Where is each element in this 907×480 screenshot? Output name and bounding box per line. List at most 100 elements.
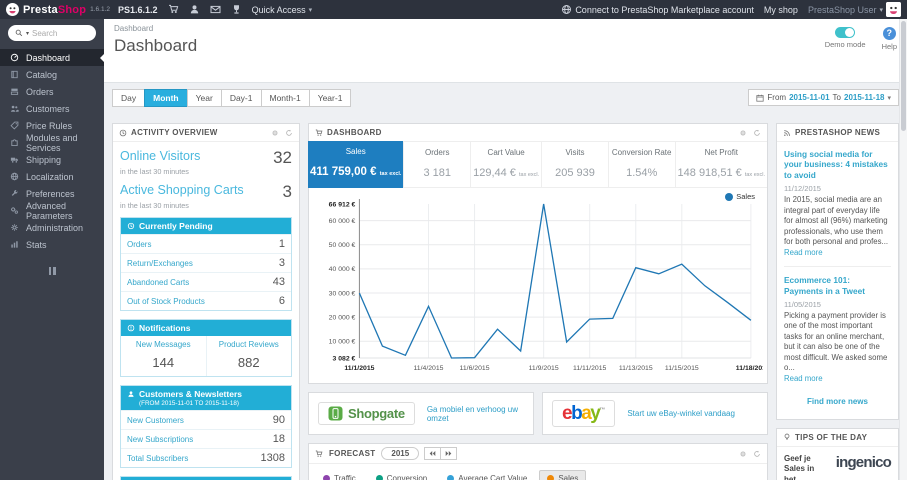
news-article: Using social media for your business: 4 …: [784, 149, 891, 258]
range-day-button[interactable]: Day: [112, 89, 146, 107]
rewind-icon: [429, 451, 436, 456]
achievements-shortcut-icon[interactable]: [231, 4, 242, 15]
find-more-news-link[interactable]: Find more news: [784, 397, 891, 406]
svg-text:11/6/2015: 11/6/2015: [460, 365, 490, 372]
toggle-on-icon[interactable]: [835, 27, 856, 38]
scrollbar-thumb[interactable]: [901, 21, 906, 131]
range-year-1-button[interactable]: Year-1: [308, 89, 352, 107]
ebay-ad-link[interactable]: Start uw eBay-winkel vandaag: [627, 409, 735, 418]
quick-access-menu[interactable]: Quick Access ▾: [252, 5, 313, 15]
shopgate-ad-link[interactable]: Ga mobiel en verhoog uw omzet: [427, 405, 524, 423]
sidebar-item-customers[interactable]: Customers: [0, 100, 104, 117]
read-more-link[interactable]: Read more: [784, 248, 823, 257]
refresh-icon[interactable]: [753, 129, 761, 137]
new-messages-stat[interactable]: New Messages 144: [121, 336, 206, 376]
clock-icon: [127, 222, 135, 230]
alert-icon: [127, 324, 135, 332]
refresh-icon[interactable]: [753, 450, 761, 458]
sidebar-item-shipping[interactable]: Shipping: [0, 151, 104, 168]
article-title[interactable]: Using social media for your business: 4 …: [784, 149, 891, 180]
svg-text:60 000 €: 60 000 €: [329, 218, 356, 225]
my-shop-link[interactable]: My shop: [764, 5, 798, 15]
legend-average-cart-value[interactable]: Average Cart Value: [439, 470, 535, 480]
active-carts-label[interactable]: Active Shopping Carts: [120, 183, 244, 197]
online-visitors-label[interactable]: Online Visitors: [120, 149, 200, 163]
prestashop-logo[interactable]: PrestaShop 1.6.1.2 PS1.6.1.2: [6, 3, 158, 16]
sidebar-item-dashboard[interactable]: Dashboard: [0, 49, 104, 66]
vertical-scrollbar[interactable]: [899, 19, 907, 480]
legend-conversion[interactable]: Conversion: [368, 470, 435, 480]
sidebar-item-catalog[interactable]: Catalog: [0, 66, 104, 83]
kpi-orders[interactable]: Orders 3 181: [404, 142, 472, 187]
sidebar-item-modules[interactable]: Modules and Services: [0, 133, 104, 153]
dashboard-icon: [10, 53, 19, 62]
customers-shortcut-icon[interactable]: [189, 4, 200, 15]
user-menu[interactable]: PrestaShop User ▾: [808, 2, 901, 17]
currently-pending-section: Currently Pending Orders 1 Return/Exchang…: [120, 217, 292, 312]
previous-year-button[interactable]: [424, 447, 442, 460]
clock-icon: [119, 129, 127, 136]
section-title: Customers & Newsletters: [139, 389, 242, 400]
brand-version: 1.6.1.2: [90, 6, 111, 13]
sidebar-item-preferences[interactable]: Preferences: [0, 185, 104, 202]
gear-icon[interactable]: [739, 129, 747, 137]
help-button[interactable]: ? Help: [882, 27, 897, 51]
panel-title: PRESTASHOP NEWS: [795, 128, 881, 137]
marketplace-link[interactable]: Connect to PrestaShop Marketplace accoun…: [561, 4, 754, 15]
sales-chart: Sales 66 912 € 60 000 € 50 000 € 40 000 € 30…: [309, 188, 767, 383]
active-carts-subtitle: in the last 30 minutes: [120, 201, 189, 210]
kpi-cart-value[interactable]: Cart Value 129,44 € tax excl.: [471, 142, 543, 187]
kpi-sales[interactable]: Sales 411 759,00 € tax excl.: [308, 141, 405, 188]
customers-row: New Customers 90: [121, 410, 291, 429]
legend-traffic[interactable]: Traffic: [315, 470, 364, 480]
breadcrumb[interactable]: Dashboard: [114, 24, 897, 33]
online-visitors-subtitle: in the last 30 minutes: [120, 167, 189, 176]
customers-icon: [10, 105, 19, 112]
range-year-button[interactable]: Year: [186, 89, 222, 107]
forward-icon: [445, 451, 452, 456]
section-subtitle: (FROM 2015-11-01 TO 2015-11-18): [139, 399, 239, 407]
chevron-down-icon: ▾: [26, 30, 30, 37]
demo-mode-toggle[interactable]: Demo mode: [825, 27, 866, 51]
range-month-button[interactable]: Month: [144, 89, 188, 107]
chart-legend-sales[interactable]: Sales: [725, 192, 755, 201]
read-more-link[interactable]: Read more: [784, 374, 823, 383]
pending-row: Out of Stock Products 6: [121, 291, 291, 310]
quick-access-label: Quick Access: [251, 4, 306, 15]
sidebar-item-localization[interactable]: Localization: [0, 168, 104, 185]
sidebar: ▾ Search Dashboard Catalog Orders Custom…: [0, 19, 104, 480]
range-month-1-button[interactable]: Month-1: [260, 89, 310, 107]
legend-sales[interactable]: Sales: [539, 470, 587, 480]
shopgate-ad[interactable]: Shopgate Ga mobiel en verhoog uw omzet: [308, 392, 534, 435]
sidebar-collapse-button[interactable]: [0, 267, 104, 275]
price-tag-icon: [10, 121, 19, 130]
kpi-net-profit[interactable]: Net Profit 148 918,51 € tax excl.: [676, 142, 767, 187]
sidebar-item-price-rules[interactable]: Price Rules: [0, 117, 104, 134]
forecast-legend: Traffic Conversion Average Cart Value Sa…: [309, 464, 767, 480]
ebay-ad[interactable]: ebay™ Start uw eBay-winkel vandaag: [542, 392, 768, 435]
customers-newsletters-section: Customers & Newsletters (FROM 2015-11-01 …: [120, 385, 292, 469]
refresh-icon[interactable]: [285, 129, 293, 137]
article-title[interactable]: Ecommerce 101: Payments in a Tweet: [784, 275, 891, 296]
active-carts-value: 3: [282, 182, 292, 201]
messages-shortcut-icon[interactable]: [210, 4, 221, 15]
cart-shortcut-icon[interactable]: [168, 4, 179, 15]
sidebar-item-stats[interactable]: Stats: [0, 236, 104, 253]
kpi-visits[interactable]: Visits 205 939: [542, 142, 609, 187]
gear-icon[interactable]: [739, 450, 747, 458]
kpi-conversion-rate[interactable]: Conversion Rate 1.54%: [609, 142, 676, 187]
svg-text:3 082 €: 3 082 €: [332, 355, 355, 362]
sidebar-item-orders[interactable]: Orders: [0, 83, 104, 100]
avatar: [886, 2, 901, 17]
sidebar-item-advanced-parameters[interactable]: Advanced Parameters: [0, 201, 104, 221]
cart-icon: [315, 450, 323, 457]
range-day-1-button[interactable]: Day-1: [220, 89, 262, 107]
next-year-button[interactable]: [440, 447, 458, 460]
date-range-picker[interactable]: From 2015-11-01 To 2015-11-18 ▾: [748, 89, 899, 106]
sidebar-item-administration[interactable]: Administration: [0, 219, 104, 236]
globe-icon: [10, 172, 19, 181]
search-input[interactable]: ▾ Search: [8, 25, 96, 41]
product-reviews-stat[interactable]: Product Reviews 882: [205, 336, 292, 377]
gear-icon[interactable]: [271, 129, 279, 137]
activity-overview-panel: ACTIVITY OVERVIEW Online Visitors 32 in …: [112, 123, 300, 480]
